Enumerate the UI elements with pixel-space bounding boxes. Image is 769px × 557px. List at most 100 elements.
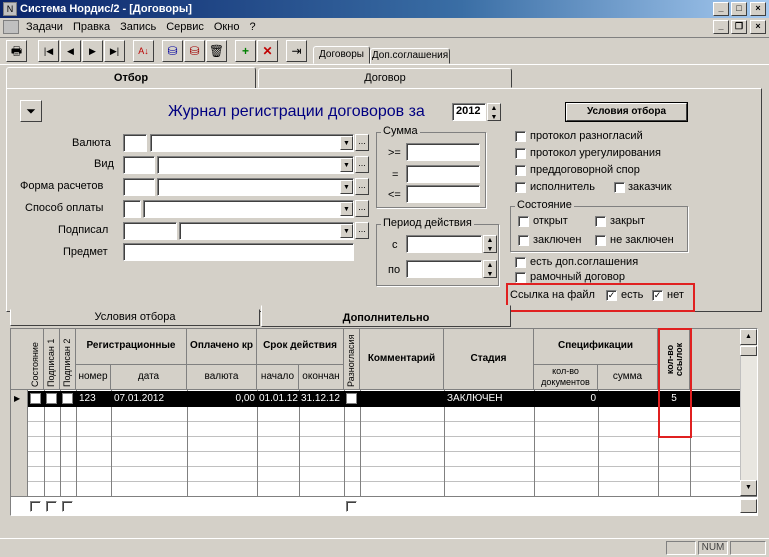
menu-service[interactable]: Сервис — [161, 21, 209, 33]
print-icon[interactable]: 🖶 — [6, 40, 27, 62]
state-closed-checkbox[interactable] — [595, 216, 606, 227]
row-signed1-checkbox[interactable] — [46, 393, 57, 404]
sum-ge-input[interactable] — [406, 143, 480, 161]
col-state-header[interactable]: Состояние — [28, 329, 44, 390]
col-group-paid[interactable]: Оплачено кр — [187, 329, 257, 365]
kind-code-field[interactable] — [123, 156, 155, 174]
state-concluded-checkbox[interactable] — [518, 235, 529, 246]
child-window-icon[interactable] — [3, 20, 19, 34]
maximize-button[interactable]: □ — [731, 2, 747, 16]
exit-icon[interactable]: ⇥ — [286, 40, 307, 62]
has-additional-checkbox[interactable] — [515, 257, 526, 268]
sum-eq-input[interactable] — [406, 165, 480, 183]
pre-contract-dispute-checkbox[interactable] — [515, 165, 526, 176]
chevron-down-icon[interactable]: ▼ — [340, 224, 353, 238]
chevron-down-icon[interactable]: ▼ — [340, 202, 353, 216]
year-spin-icon[interactable]: ▲ ▼ — [487, 103, 501, 121]
col-spec-sum[interactable]: сумма — [598, 365, 658, 390]
tab-contract[interactable]: Договор — [258, 68, 512, 88]
col-reg-number[interactable]: номер — [76, 365, 111, 390]
next-record-icon[interactable]: ▶ — [82, 40, 103, 62]
col-disagreement-header[interactable]: Разногласия — [344, 329, 360, 390]
kind-combo[interactable] — [157, 156, 354, 174]
table-row[interactable]: 123 07.01.2012 0,00 01.01.12 31.12.12 ЗА… — [28, 391, 740, 407]
tab-additional[interactable]: Дополнительно — [261, 305, 511, 327]
file-link-yes-checkbox[interactable]: ✓ — [606, 290, 617, 301]
footer-disagreement-checkbox[interactable] — [346, 501, 357, 512]
col-paid-currency[interactable]: валюта — [187, 365, 257, 390]
delete-record-icon[interactable]: ✕ — [257, 40, 278, 62]
payment-form-code-field[interactable] — [123, 178, 155, 196]
col-group-reg[interactable]: Регистрационные — [76, 329, 187, 365]
scroll-up-icon[interactable]: ▲ — [740, 329, 757, 345]
currency-code-field[interactable] — [123, 134, 147, 152]
subject-field[interactable] — [123, 243, 354, 261]
col-term-end[interactable]: окончан — [299, 365, 344, 390]
chevron-down-icon[interactable]: ▼ — [340, 158, 353, 172]
funnel-icon[interactable]: ⏷ — [20, 100, 42, 122]
child-minimize-button[interactable]: _ — [713, 20, 729, 34]
first-record-icon[interactable]: |◀ — [38, 40, 59, 62]
protocol-disagreements-checkbox[interactable] — [515, 131, 526, 142]
row-state-checkbox[interactable] — [30, 393, 41, 404]
executor-checkbox[interactable] — [515, 182, 526, 193]
scroll-thumb[interactable] — [740, 346, 757, 356]
state-not-concluded-checkbox[interactable] — [595, 235, 606, 246]
minimize-button[interactable]: _ — [713, 2, 729, 16]
file-link-no-checkbox[interactable]: ✓ — [652, 290, 663, 301]
footer-state-checkbox[interactable] — [30, 501, 41, 512]
tab-additional-agreements[interactable]: Доп.соглашения — [370, 48, 450, 64]
menu-edit[interactable]: Правка — [68, 21, 115, 33]
col-comment[interactable]: Комментарий — [360, 329, 444, 390]
tab-filter[interactable]: Отбор — [6, 67, 256, 89]
row-disagreement-checkbox[interactable] — [346, 393, 357, 404]
protocol-settlement-checkbox[interactable] — [515, 148, 526, 159]
year-input[interactable]: 2012 — [452, 103, 486, 121]
menu-record[interactable]: Запись — [115, 21, 161, 33]
signed-combo[interactable] — [179, 222, 354, 240]
menu-tasks[interactable]: Задачи — [21, 21, 68, 33]
signed-browse-button[interactable]: ... — [355, 222, 369, 239]
menu-help[interactable]: ? — [244, 21, 260, 33]
payment-method-code-field[interactable] — [123, 200, 141, 218]
period-from-spin-icon[interactable]: ▲ ▼ — [483, 235, 497, 253]
payment-method-combo[interactable] — [143, 200, 354, 218]
signed-code-field[interactable] — [123, 222, 177, 240]
footer-signed1-checkbox[interactable] — [46, 501, 57, 512]
child-restore-button[interactable]: ❐ — [731, 20, 747, 34]
chevron-down-icon[interactable]: ▼ — [340, 136, 353, 150]
col-signed1-header[interactable]: Подписан 1 — [44, 329, 60, 390]
tab-contracts[interactable]: Договоры — [313, 46, 370, 64]
prev-record-icon[interactable]: ◀ — [60, 40, 81, 62]
db-down-icon[interactable]: ⛁ — [162, 40, 183, 62]
col-reg-date[interactable]: дата — [111, 365, 187, 390]
close-button[interactable]: × — [750, 2, 766, 16]
period-to-input[interactable] — [406, 260, 482, 278]
db-up-icon[interactable]: ⛁ — [184, 40, 205, 62]
scroll-down-icon[interactable]: ▼ — [740, 480, 757, 496]
state-open-checkbox[interactable] — [518, 216, 529, 227]
last-record-icon[interactable]: ▶| — [104, 40, 125, 62]
sum-le-input[interactable] — [406, 185, 480, 203]
payment-form-combo[interactable] — [157, 178, 354, 196]
period-to-spin-icon[interactable]: ▲ ▼ — [483, 260, 497, 278]
child-close-button[interactable]: × — [750, 20, 766, 34]
col-group-term[interactable]: Срок действия — [257, 329, 344, 365]
trash-icon[interactable]: 🗑 — [206, 40, 227, 62]
col-signed2-header[interactable]: Подписан 2 — [60, 329, 76, 390]
tab-filter-conditions[interactable]: Условия отбора — [10, 309, 260, 326]
col-stage[interactable]: Стадия — [444, 329, 534, 390]
kind-browse-button[interactable]: ... — [355, 156, 369, 173]
currency-browse-button[interactable]: ... — [355, 134, 369, 151]
payment-form-browse-button[interactable]: ... — [355, 178, 369, 195]
period-from-input[interactable] — [406, 235, 482, 253]
payment-method-browse-button[interactable]: ... — [355, 200, 369, 217]
footer-signed2-checkbox[interactable] — [62, 501, 73, 512]
conditions-button[interactable]: Условия отбора — [566, 103, 687, 121]
currency-combo[interactable] — [150, 134, 354, 152]
customer-checkbox[interactable] — [614, 182, 625, 193]
chevron-down-icon[interactable]: ▼ — [340, 180, 353, 194]
col-term-start[interactable]: начало — [257, 365, 299, 390]
row-signed2-checkbox[interactable] — [62, 393, 73, 404]
menu-window[interactable]: Окно — [209, 21, 245, 33]
